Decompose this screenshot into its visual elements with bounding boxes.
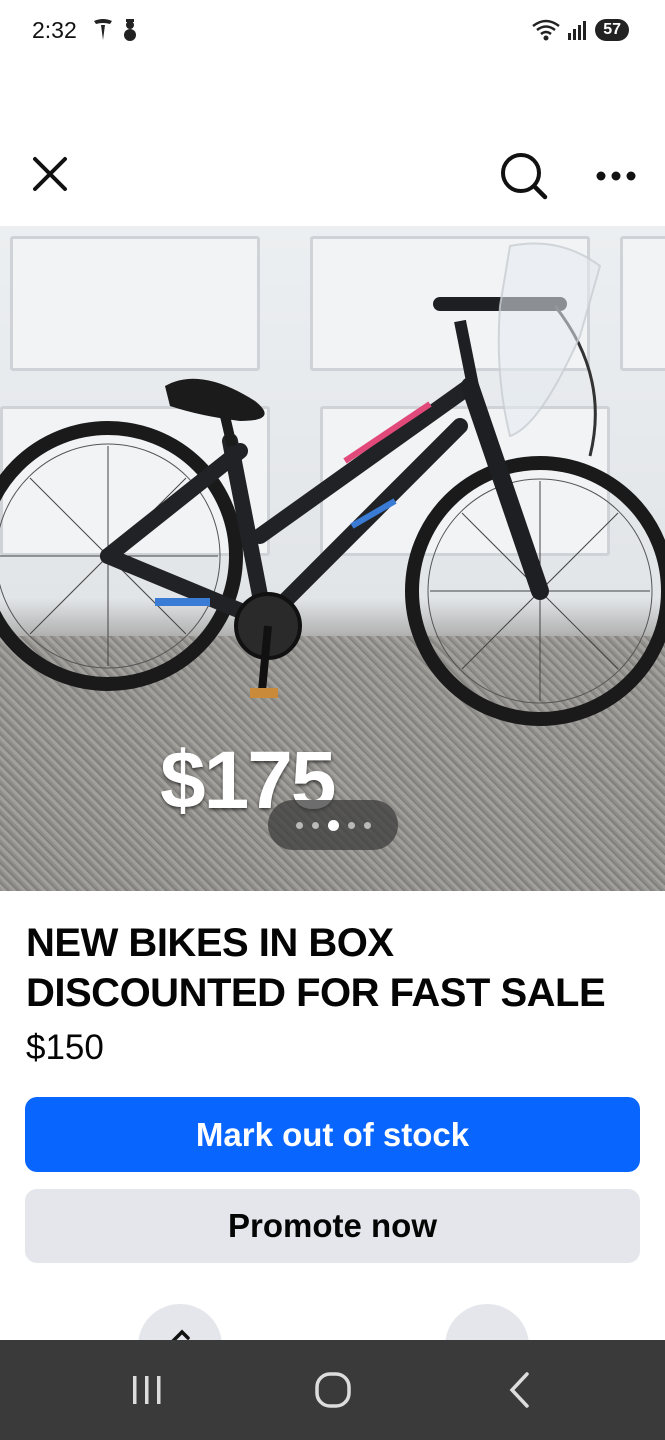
photo-pager [268,800,398,850]
system-nav-bar [0,1340,665,1440]
search-icon [501,153,548,200]
back-button[interactable] [490,1365,550,1415]
signal-icon [568,21,587,40]
snowman-icon [124,19,136,41]
home-icon [315,1372,351,1408]
home-button[interactable] [303,1365,363,1415]
promote-now-button[interactable]: Promote now [25,1189,640,1263]
back-icon [509,1372,529,1408]
search-button[interactable] [494,146,554,206]
tesla-icon [94,19,112,40]
more-icon [596,171,636,181]
status-bar: 2:32 57 [0,0,665,64]
recent-apps-button[interactable] [117,1365,177,1415]
status-time: 2:32 [32,17,77,43]
mark-out-of-stock-label: Mark out of stock [195,1115,470,1153]
battery-icon: 57 [595,19,629,41]
mark-out-of-stock-button[interactable]: Mark out of stock [25,1097,640,1172]
pager-dot-active [327,819,339,831]
pager-dot [295,821,303,829]
promote-now-label: Promote now [227,1207,437,1244]
status-right: 57 [531,18,629,42]
recent-apps-icon [133,1376,161,1404]
listing-photo[interactable]: $175 [0,226,665,891]
top-bar [0,130,665,210]
wifi-icon [532,19,560,41]
pager-dot [363,821,371,829]
close-icon [33,157,67,191]
listing-price: $150 [26,1028,104,1067]
pager-dot [311,821,319,829]
listing-title: NEW BIKES IN BOX DISCOUNTED FOR FAST SAL… [26,921,606,1015]
close-button[interactable] [24,148,76,200]
more-button[interactable] [586,146,646,206]
pager-dot [347,821,355,829]
status-left-icons [92,18,140,42]
